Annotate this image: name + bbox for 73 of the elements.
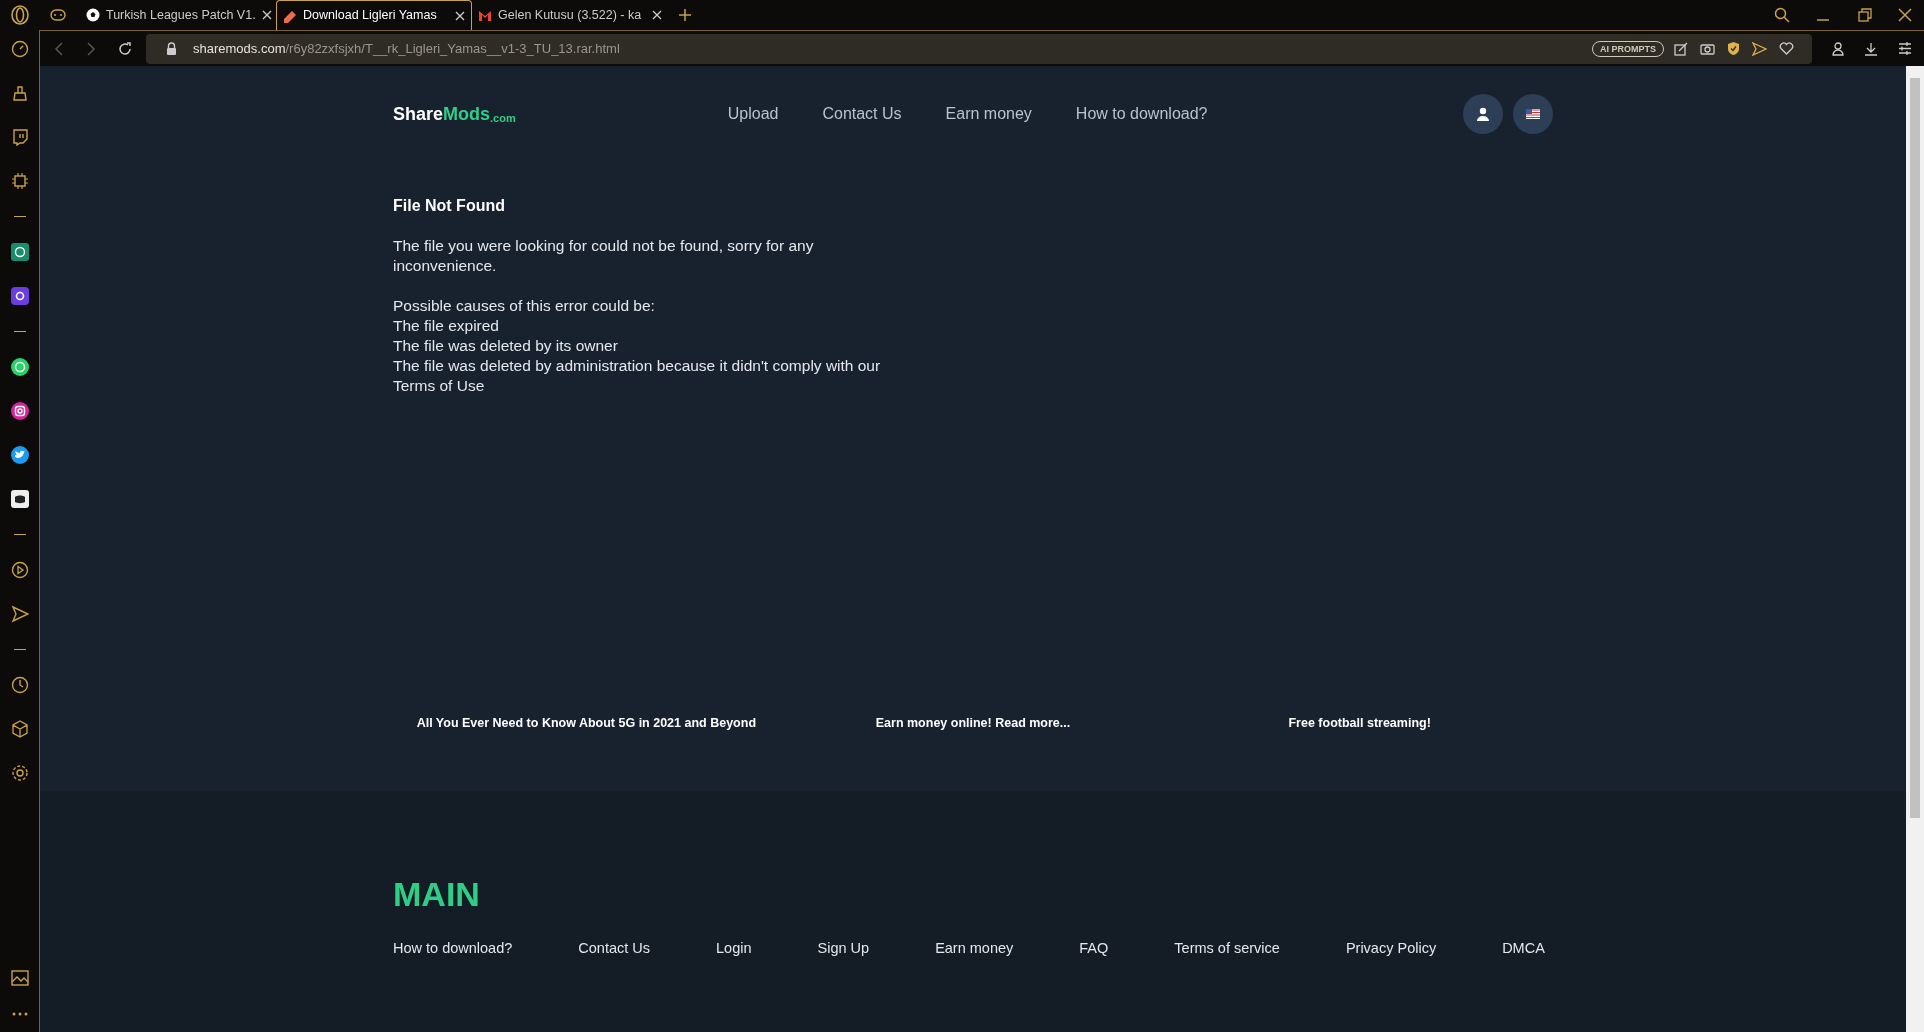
image-icon[interactable] xyxy=(10,970,29,986)
restore-icon[interactable] xyxy=(1858,8,1872,22)
browser-logo-icon[interactable] xyxy=(10,5,30,25)
settings-icon[interactable] xyxy=(10,764,29,782)
camera-icon[interactable] xyxy=(1700,42,1715,55)
flag-icon xyxy=(1526,109,1540,119)
footer-link[interactable]: Earn money xyxy=(935,938,1014,960)
footer-link[interactable]: Sign Up xyxy=(817,938,870,960)
site-favicon-icon xyxy=(283,8,297,23)
back-icon[interactable] xyxy=(54,41,64,56)
forward-icon[interactable] xyxy=(86,41,96,56)
promo-link[interactable]: Free football streaming! xyxy=(1288,714,1431,733)
tab-title: Gelen Kutusu (3.522) - ka xyxy=(498,6,643,24)
new-tab-icon[interactable] xyxy=(678,8,692,22)
scrollbar[interactable] xyxy=(1906,66,1924,1032)
heart-icon[interactable] xyxy=(1779,42,1794,55)
promo-link[interactable]: Earn money online! Read more... xyxy=(875,714,1071,733)
profile-icon[interactable] xyxy=(1832,41,1844,56)
scrollbar-thumb[interactable] xyxy=(1910,78,1920,818)
broom-icon[interactable] xyxy=(10,84,29,102)
instagram-icon[interactable] xyxy=(10,402,29,420)
account-button[interactable] xyxy=(1463,94,1503,134)
causes-heading: Possible causes of this error could be: xyxy=(393,296,656,316)
footer-link[interactable]: Privacy Policy xyxy=(1345,938,1437,960)
address-bar[interactable]: sharemods.com/r6y82zxfsjxh/T__rk_Ligleri_Yamas__v1-3_TU_13.rar.html AI PROMPTS xyxy=(146,33,1812,64)
clock-icon[interactable] xyxy=(10,676,29,694)
footer-link[interactable]: Terms of service xyxy=(1174,938,1280,960)
footer-link[interactable]: Login xyxy=(716,938,752,960)
cause-item: The file expired xyxy=(393,316,500,336)
close-tab-icon[interactable] xyxy=(261,10,272,20)
gamepad-icon[interactable] xyxy=(50,9,66,21)
cause-item: The file was deleted by its owner xyxy=(393,336,619,356)
close-icon[interactable] xyxy=(1898,8,1912,22)
reload-icon[interactable] xyxy=(118,41,132,56)
user-icon xyxy=(1476,107,1490,121)
footer-link[interactable]: FAQ xyxy=(1079,938,1109,960)
footer-link[interactable]: DMCA xyxy=(1502,938,1545,960)
send-icon[interactable] xyxy=(10,605,29,623)
speedometer-icon[interactable] xyxy=(10,40,29,58)
browser-tab[interactable]: Gelen Kutusu (3.522) - ka xyxy=(472,0,668,30)
language-button[interactable] xyxy=(1513,94,1553,134)
tab-title: Turkish Leagues Patch V1. xyxy=(106,6,256,24)
nav-link[interactable]: Upload xyxy=(727,102,779,126)
more-icon[interactable] xyxy=(11,1012,28,1016)
lock-icon xyxy=(166,42,177,55)
nav-link[interactable]: Earn money xyxy=(945,102,1032,126)
search-icon[interactable] xyxy=(1774,7,1790,23)
footer-heading: MAIN xyxy=(393,874,481,915)
page-heading: File Not Found xyxy=(393,196,506,216)
download-icon[interactable] xyxy=(1864,41,1878,56)
cube-icon[interactable] xyxy=(10,720,29,738)
nav-link[interactable]: How to download? xyxy=(1075,102,1208,126)
promo-link[interactable]: All You Ever Need to Know About 5G in 2021 and Beyond xyxy=(416,714,757,733)
nav-link[interactable]: Contact Us xyxy=(822,102,902,126)
chip-icon[interactable] xyxy=(10,172,29,190)
close-tab-icon[interactable] xyxy=(455,10,465,21)
footer-link[interactable]: How to download? xyxy=(393,938,513,960)
play-circle-icon[interactable] xyxy=(10,561,29,579)
error-message: The file you were looking for could not be found, sorry for any inconvenience. xyxy=(393,236,815,276)
send-icon[interactable] xyxy=(1752,41,1767,56)
browser-tab[interactable]: Turkish Leagues Patch V1. xyxy=(80,0,276,30)
mail-icon xyxy=(478,9,492,21)
bird-icon[interactable] xyxy=(10,446,29,464)
url-text: sharemods.com/r6y82zxfsjxh/T__rk_Ligleri_Yamas__v1-3_TU_13.rar.html xyxy=(193,39,620,58)
tab-title: Download Ligleri Yamas xyxy=(303,7,438,25)
footer-link[interactable]: Contact Us xyxy=(578,938,651,960)
close-tab-icon[interactable] xyxy=(652,10,662,20)
cause-item: The file was deleted by administration because it didn't comply with our Terms of Use xyxy=(393,356,882,396)
browser-tab[interactable]: Download Ligleri Yamas xyxy=(276,0,472,30)
shield-icon[interactable] xyxy=(1727,41,1740,56)
soccer-ball-icon xyxy=(86,8,100,22)
twitch-icon[interactable] xyxy=(10,128,29,146)
settings-sliders-icon[interactable] xyxy=(1898,42,1912,55)
